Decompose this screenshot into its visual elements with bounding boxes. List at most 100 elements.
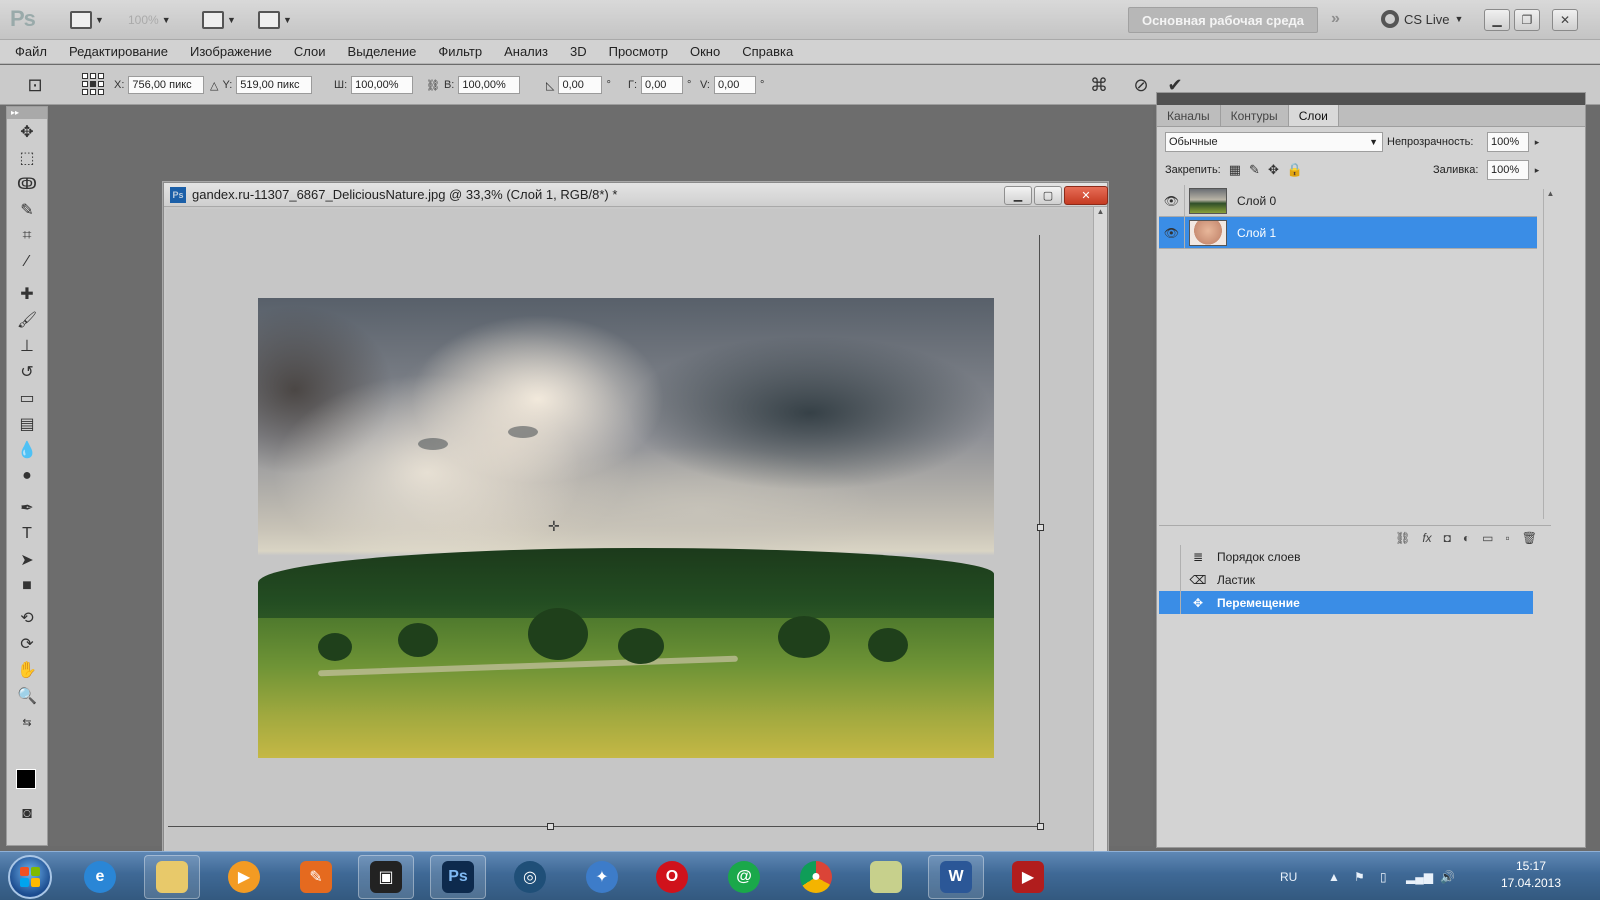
restore-button[interactable]: ❐ bbox=[1514, 9, 1540, 31]
crop-tool-icon[interactable]: ⌗ bbox=[7, 223, 47, 249]
lock-pixels-icon[interactable]: ✎ bbox=[1249, 162, 1260, 178]
menu-analysis[interactable]: Анализ bbox=[504, 44, 548, 59]
panel-grip[interactable]: ▸▸ bbox=[7, 107, 47, 119]
hand-tool-icon[interactable]: ✋ bbox=[7, 657, 47, 683]
scroll-up-icon[interactable]: ▲ bbox=[1094, 207, 1107, 216]
horizontal-skew-input[interactable] bbox=[641, 76, 684, 94]
stamp-tool-icon[interactable]: ⊥ bbox=[7, 333, 47, 359]
lock-all-icon[interactable]: 🔒 bbox=[1287, 162, 1303, 178]
tab-layers[interactable]: Слои bbox=[1288, 105, 1339, 126]
taskbar-safari[interactable]: ✦ bbox=[574, 855, 630, 899]
move-tool-icon[interactable]: ✥ bbox=[7, 119, 47, 145]
launch-bridge-button[interactable]: ▼ bbox=[70, 8, 104, 32]
volume-icon[interactable]: 🔊 bbox=[1440, 870, 1455, 884]
language-indicator[interactable]: RU bbox=[1280, 870, 1297, 884]
lasso-tool-icon[interactable]: ↂ bbox=[7, 171, 47, 197]
adjustment-icon[interactable]: ◐ bbox=[1463, 531, 1470, 545]
taskbar-explorer[interactable] bbox=[144, 855, 200, 899]
menu-image[interactable]: Изображение bbox=[190, 44, 272, 59]
tab-paths[interactable]: Контуры bbox=[1221, 105, 1289, 126]
transform-bounding-box[interactable] bbox=[168, 235, 1044, 830]
tab-channels[interactable]: Каналы bbox=[1157, 105, 1221, 126]
fill-input[interactable]: 100% bbox=[1487, 160, 1529, 180]
taskbar-video-app[interactable]: ▶ bbox=[1000, 855, 1056, 899]
taskbar-opera[interactable]: O bbox=[644, 855, 700, 899]
canvas[interactable]: ✛ bbox=[166, 209, 1094, 853]
taskbar-steam[interactable]: ◎ bbox=[502, 855, 558, 899]
taskbar-media-center[interactable]: ▣ bbox=[358, 855, 414, 899]
transform-handle-corner[interactable] bbox=[1037, 823, 1044, 830]
more-workspaces-icon[interactable]: » bbox=[1331, 10, 1340, 28]
screen-mode-button[interactable]: ▼ bbox=[258, 8, 292, 32]
brush-tool-icon[interactable]: 🖌 bbox=[7, 307, 47, 333]
taskbar-photoshop[interactable]: Ps bbox=[430, 855, 486, 899]
transform-tool-icon[interactable]: ⊡ bbox=[24, 74, 46, 96]
taskbar-clock[interactable]: 15:17 17.04.2013 bbox=[1494, 858, 1568, 892]
cs-live-button[interactable]: CS Live ▼ bbox=[1381, 10, 1463, 28]
height-input[interactable] bbox=[458, 76, 521, 94]
new-layer-icon[interactable]: ▫ bbox=[1506, 531, 1510, 545]
3d-rotate-tool-icon[interactable]: ⟲ bbox=[7, 605, 47, 631]
history-item-selected[interactable]: ✥ Перемещение bbox=[1159, 591, 1533, 614]
trash-icon[interactable]: 🗑 bbox=[1522, 531, 1537, 545]
action-center-flag-icon[interactable]: ⚑ bbox=[1354, 870, 1365, 884]
document-titlebar[interactable]: Ps gandex.ru-11307_6867_DeliciousNature.… bbox=[164, 183, 1108, 207]
zoom-tool-icon[interactable]: 🔍 bbox=[7, 683, 47, 709]
menu-select[interactable]: Выделение bbox=[348, 44, 417, 59]
menu-edit[interactable]: Редактирование bbox=[69, 44, 168, 59]
width-input[interactable] bbox=[351, 76, 414, 94]
start-button[interactable] bbox=[8, 855, 52, 899]
zoom-level-select[interactable]: 100% ▼ bbox=[128, 8, 171, 32]
warp-mode-icon[interactable]: ⌘ bbox=[1088, 74, 1110, 96]
device-icon[interactable]: ▯ bbox=[1380, 870, 1387, 884]
reference-point-grid[interactable] bbox=[82, 73, 104, 95]
show-hidden-icons-icon[interactable]: ▲ bbox=[1328, 870, 1340, 884]
history-item[interactable]: ≣ Порядок слоев bbox=[1159, 545, 1533, 568]
menu-view[interactable]: Просмотр bbox=[609, 44, 668, 59]
doc-close-button[interactable]: ✕ bbox=[1064, 186, 1108, 205]
history-item[interactable]: ⌫ Ластик bbox=[1159, 568, 1533, 591]
opacity-slider-icon[interactable]: ▸ bbox=[1531, 132, 1543, 152]
marquee-tool-icon[interactable]: ⬚ bbox=[7, 145, 47, 171]
path-selection-tool-icon[interactable]: ➤ bbox=[7, 547, 47, 573]
document-vertical-scrollbar[interactable]: ▲ bbox=[1093, 207, 1107, 853]
blur-tool-icon[interactable]: 💧 bbox=[7, 437, 47, 463]
layer-visibility-eye-icon[interactable]: 👁 bbox=[1159, 184, 1185, 217]
link-icon[interactable]: ⛓ bbox=[1395, 531, 1410, 545]
doc-minimize-button[interactable]: ▁ bbox=[1004, 186, 1032, 205]
eraser-tool-icon[interactable]: ▭ bbox=[7, 385, 47, 411]
history-snapshot-checkbox[interactable] bbox=[1159, 568, 1181, 591]
taskbar-media-player[interactable]: ▶ bbox=[216, 855, 272, 899]
layer-row-1[interactable]: 👁 Слой 1 bbox=[1159, 216, 1537, 249]
link-proportions-icon[interactable]: ⛓ bbox=[426, 79, 440, 92]
transform-center-icon[interactable]: ✛ bbox=[548, 518, 560, 535]
shape-tool-icon[interactable]: ■ bbox=[7, 573, 47, 599]
menu-file[interactable]: Файл bbox=[15, 44, 47, 59]
layer-visibility-eye-icon[interactable]: 👁 bbox=[1159, 216, 1185, 249]
doc-maximize-button[interactable]: ▢ bbox=[1034, 186, 1062, 205]
delta-icon[interactable]: △ bbox=[210, 79, 218, 92]
history-brush-tool-icon[interactable]: ↺ bbox=[7, 359, 47, 385]
fx-icon[interactable]: fx bbox=[1422, 531, 1431, 545]
minimize-button[interactable]: ▁ bbox=[1484, 9, 1510, 31]
pen-tool-icon[interactable]: ✒ bbox=[7, 495, 47, 521]
close-button[interactable]: ✕ bbox=[1552, 9, 1578, 31]
layers-scrollbar[interactable]: ▲ bbox=[1543, 189, 1557, 519]
mask-icon[interactable]: ◘ bbox=[1444, 531, 1451, 545]
cancel-transform-icon[interactable]: ⊘ bbox=[1130, 74, 1152, 96]
gradient-tool-icon[interactable]: ▤ bbox=[7, 411, 47, 437]
type-tool-icon[interactable]: T bbox=[7, 521, 47, 547]
swap-colors-icon[interactable]: ⇆ bbox=[7, 709, 47, 735]
y-position-input[interactable] bbox=[236, 76, 313, 94]
3d-orbit-tool-icon[interactable]: ⟳ bbox=[7, 631, 47, 657]
menu-window[interactable]: Окно bbox=[690, 44, 720, 59]
quick-selection-tool-icon[interactable]: ✎ bbox=[7, 197, 47, 223]
menu-help[interactable]: Справка bbox=[742, 44, 793, 59]
foreground-color-swatch[interactable] bbox=[16, 769, 36, 789]
x-position-input[interactable] bbox=[128, 76, 205, 94]
history-snapshot-checkbox[interactable] bbox=[1159, 591, 1181, 614]
taskbar-notepad[interactable] bbox=[858, 855, 914, 899]
arrange-documents-button[interactable]: ▼ bbox=[202, 8, 236, 32]
network-icon[interactable]: ▂▄▆ bbox=[1406, 870, 1433, 884]
taskbar-chrome[interactable]: ● bbox=[788, 855, 844, 899]
